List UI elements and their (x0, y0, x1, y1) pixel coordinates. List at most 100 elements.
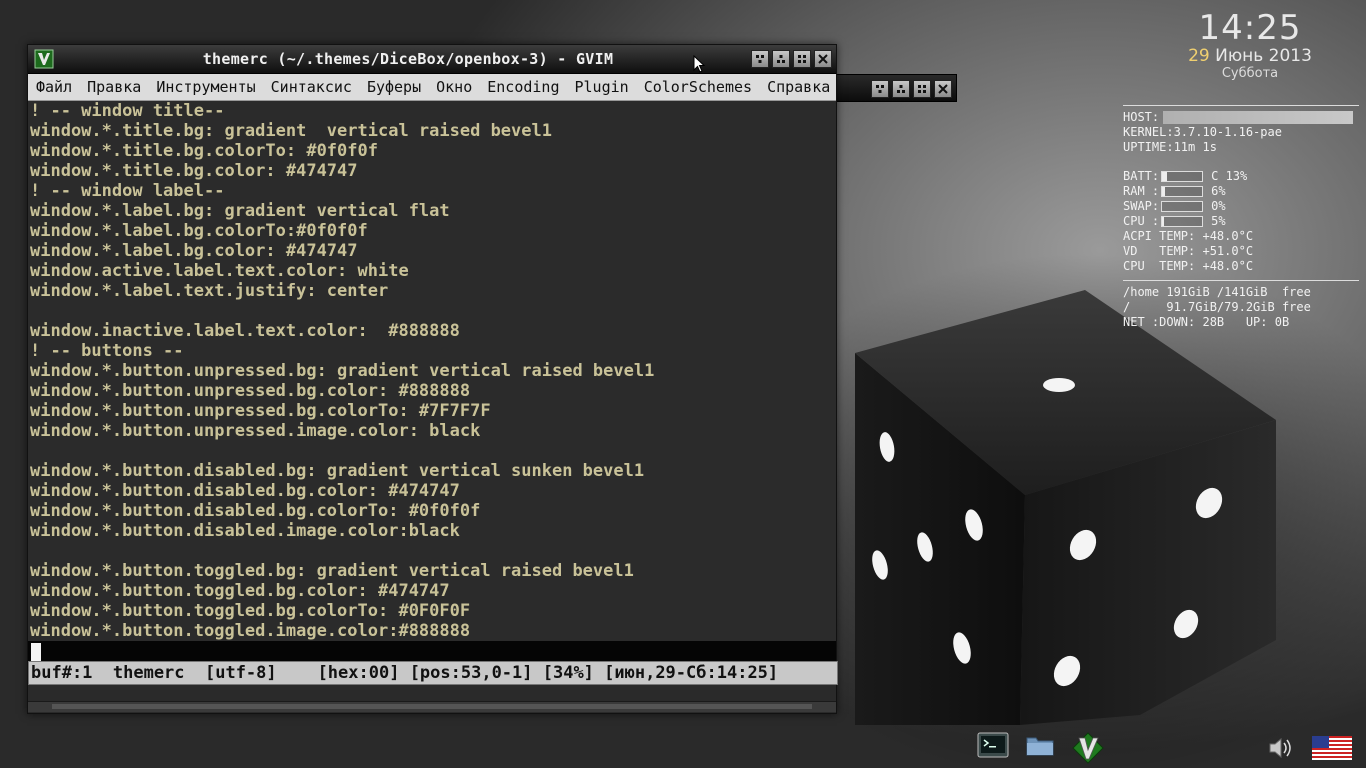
clock-date: 29 Июнь 2013 (1170, 46, 1330, 66)
conky-cpu: CPU : 5% (1123, 214, 1359, 229)
clock-day: 29 (1188, 46, 1210, 66)
conky-swap: SWAP: 0% (1123, 199, 1359, 214)
shade-button[interactable] (772, 50, 790, 68)
code-line: window.*.title.bg: gradient vertical rai… (30, 121, 552, 141)
menu-encoding[interactable]: Encoding (487, 78, 559, 96)
shade-button[interactable] (892, 80, 910, 98)
conky-uptime: UPTIME:11m 1s (1123, 140, 1217, 154)
conky-monitor: HOST: KERNEL:3.7.10-1.16-pae UPTIME:11m … (1123, 105, 1359, 330)
clock-month-year: Июнь 2013 (1209, 46, 1312, 66)
horizontal-scrollbar[interactable] (28, 701, 836, 712)
dice-wallpaper (855, 290, 1276, 725)
terminal-icon[interactable] (977, 732, 1009, 760)
code-line: window.*.label.bg.color: #474747 (30, 241, 358, 261)
code-line: window.*.button.toggled.image.color:#888… (30, 621, 471, 641)
cpu-value: 5% (1211, 214, 1226, 228)
code-line: window.*.button.unpressed.bg.color: #888… (30, 381, 471, 401)
swap-label: SWAP: (1123, 199, 1160, 213)
conky-home-disk: /home 191GiB /141GiB free (1123, 285, 1311, 299)
code-line: window.*.button.unpressed.bg: gradient v… (30, 361, 655, 381)
menu-window[interactable]: Окно (436, 78, 472, 96)
conky-host: HOST: (1123, 110, 1359, 125)
code-line: window.*.button.toggled.bg: gradient ver… (30, 561, 634, 581)
volume-icon[interactable] (1268, 736, 1294, 760)
scrollbar-thumb[interactable] (52, 704, 812, 709)
code-line: window.*.button.disabled.bg.color: #4747… (30, 481, 460, 501)
conky-net: NET :DOWN: 28B UP: 0B (1123, 315, 1290, 329)
close-button[interactable] (814, 50, 832, 68)
menu-buffers[interactable]: Буферы (367, 78, 421, 96)
mouse-pointer-icon (693, 55, 706, 73)
shade-icon (897, 85, 905, 93)
code-line: ! -- buttons -- (30, 341, 184, 361)
close-icon (938, 84, 948, 94)
status-line: buf#:1 themerc [utf-8] [hex:00] [pos:53,… (28, 661, 838, 685)
shade-icon (777, 55, 785, 63)
text-cursor (31, 643, 41, 661)
maximize-button[interactable] (913, 80, 931, 98)
clock-weekday: Суббота (1221, 66, 1279, 81)
code-line: window.*.button.toggled.bg.colorTo: #0F0… (30, 601, 471, 621)
menu-tools[interactable]: Инструменты (156, 78, 255, 96)
close-button[interactable] (934, 80, 952, 98)
menu-file[interactable]: Файл (36, 78, 72, 96)
menubar: Файл Правка Инструменты Синтаксис Буферы… (28, 74, 836, 101)
iconify-icon (876, 85, 884, 93)
menu-edit[interactable]: Правка (87, 78, 141, 96)
command-line[interactable] (28, 641, 836, 663)
conky-acpi-temp: ACPI TEMP: +48.0°C (1123, 229, 1254, 243)
conky-host-label: HOST: (1123, 110, 1160, 124)
iconify-button[interactable] (751, 50, 769, 68)
window-title: themerc (~/.themes/DiceBox/openbox-3) - … (202, 50, 614, 68)
code-line: window.*.button.unpressed.image.color: b… (30, 421, 481, 441)
host-redacted (1163, 111, 1354, 124)
us-flag-icon[interactable] (1312, 736, 1352, 760)
ram-label: RAM : (1123, 184, 1160, 198)
menu-plugin[interactable]: Plugin (575, 78, 629, 96)
code-line: window.*.title.bg.colorTo: #0f0f0f (30, 141, 378, 161)
conky-cpu-temp: CPU TEMP: +48.0°C (1123, 259, 1254, 273)
maximize-icon (918, 85, 926, 93)
text-editor-area[interactable]: ! -- window title-- window.*.title.bg: gr… (28, 101, 836, 641)
conky-kernel: KERNEL:3.7.10-1.16-pae (1123, 125, 1282, 139)
vim-icon[interactable] (1071, 732, 1105, 764)
conky-ram: RAM : 6% (1123, 184, 1359, 199)
conky-batt: BATT: C 13% (1123, 169, 1359, 184)
conky-separator (1123, 280, 1359, 281)
gvim-window[interactable]: themerc (~/.themes/DiceBox/openbox-3) - … (27, 44, 838, 714)
code-line: ! -- window label-- (30, 181, 225, 201)
code-line: window.*.label.bg: gradient vertical fla… (30, 201, 450, 221)
maximize-icon (798, 55, 806, 63)
code-line: window.*.button.toggled.bg.color: #47474… (30, 581, 450, 601)
batt-value: C 13% (1211, 169, 1248, 183)
folder-icon[interactable] (1025, 732, 1055, 758)
code-line: window.*.button.disabled.image.color:bla… (30, 521, 460, 541)
batt-label: BATT: (1123, 169, 1160, 183)
vim-icon (34, 49, 54, 69)
code-line: window.*.label.text.justify: center (30, 281, 389, 301)
code-line: window.*.title.bg.color: #474747 (30, 161, 358, 181)
code-line: window.*.button.unpressed.bg.colorTo: #7… (30, 401, 491, 421)
menu-syntax[interactable]: Синтаксис (271, 78, 352, 96)
cpu-bar (1161, 216, 1204, 227)
code-line: window.*.label.bg.colorTo:#0f0f0f (30, 221, 368, 241)
code-line: window.*.button.disabled.bg: gradient ve… (30, 461, 645, 481)
menu-colorschemes[interactable]: ColorSchemes (644, 78, 752, 96)
cpu-label: CPU : (1123, 214, 1160, 228)
batt-bar (1161, 171, 1204, 182)
conky-vd-temp: VD TEMP: +51.0°C (1123, 244, 1254, 258)
code-line: window.active.label.text.color: white (30, 261, 409, 281)
menu-help[interactable]: Справка (767, 78, 830, 96)
ram-bar (1161, 186, 1204, 197)
iconify-button[interactable] (871, 80, 889, 98)
ram-value: 6% (1211, 184, 1226, 198)
code-line: ! -- window title-- (30, 101, 225, 121)
window-titlebar[interactable]: themerc (~/.themes/DiceBox/openbox-3) - … (28, 45, 836, 74)
maximize-button[interactable] (793, 50, 811, 68)
conky-separator (1123, 105, 1359, 106)
inactive-window-titlebar[interactable] (835, 74, 957, 102)
clock-time: 14:25 (1198, 8, 1302, 48)
